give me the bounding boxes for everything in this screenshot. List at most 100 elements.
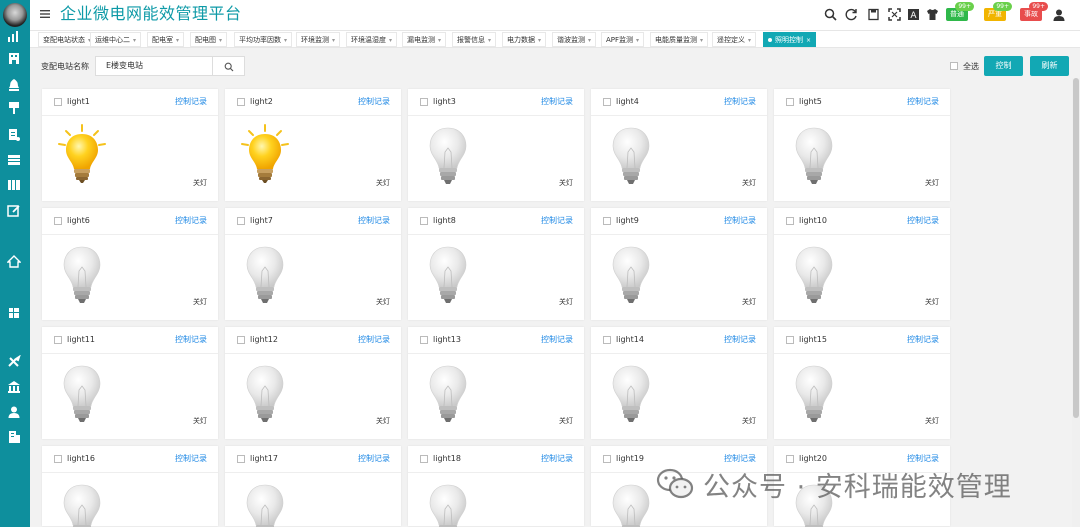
tab-15[interactable]: 照明控制 × [763, 32, 817, 47]
tab-4[interactable]: 配电图 ▾ [190, 32, 228, 47]
bulb-on-icon[interactable] [54, 122, 110, 188]
control-record-link[interactable]: 控制记录 [541, 335, 573, 345]
save-icon[interactable] [867, 8, 880, 21]
tab-7[interactable]: 环境温湿度 ▾ [346, 32, 398, 47]
control-button[interactable]: 控制 [984, 56, 1023, 76]
chevron-down-icon[interactable]: ▾ [488, 37, 491, 44]
control-record-link[interactable]: 控制记录 [724, 216, 756, 226]
control-record-link[interactable]: 控制记录 [175, 335, 207, 345]
font-icon[interactable]: A [907, 8, 920, 21]
control-record-link[interactable]: 控制记录 [724, 97, 756, 107]
bulb-off-icon[interactable] [420, 360, 476, 426]
tab-13[interactable]: 电能质量监测 ▾ [650, 32, 709, 47]
light-checkbox[interactable] [420, 98, 428, 106]
light-checkbox[interactable] [54, 336, 62, 344]
station-name-input[interactable]: E楼变电站 [95, 56, 213, 76]
search-icon[interactable] [824, 8, 837, 21]
hamburger-icon[interactable] [39, 8, 51, 20]
alarm-accident-badge[interactable]: 事故 99+ [1020, 2, 1048, 21]
layout-icon[interactable] [7, 306, 21, 320]
bulb-off-icon[interactable] [54, 241, 110, 307]
document-icon[interactable] [7, 128, 21, 142]
control-record-link[interactable]: 控制记录 [907, 454, 939, 464]
bulb-on-icon[interactable] [237, 122, 293, 188]
light-checkbox[interactable] [420, 336, 428, 344]
chevron-down-icon[interactable]: ▾ [219, 37, 222, 44]
light-checkbox[interactable] [237, 455, 245, 463]
tab-1[interactable]: 变配电站状态▾ [38, 32, 97, 47]
bulb-off-icon[interactable] [420, 241, 476, 307]
tab-6[interactable]: 环境监测 ▾ [296, 32, 341, 47]
light-checkbox[interactable] [237, 336, 245, 344]
control-record-link[interactable]: 控制记录 [907, 216, 939, 226]
tab-5[interactable]: 平均功率因数 ▾ [234, 32, 293, 47]
edit-icon[interactable] [7, 204, 21, 218]
alarm-serious-badge[interactable]: 严重 99+ [984, 2, 1012, 21]
alarm-icon[interactable] [7, 78, 21, 92]
bulb-off-icon[interactable] [786, 241, 842, 307]
close-icon[interactable]: × [806, 37, 811, 44]
tab-2[interactable]: 运维中心二 ▾ [90, 32, 142, 47]
control-record-link[interactable]: 控制记录 [907, 335, 939, 345]
chevron-down-icon[interactable]: ▾ [700, 37, 703, 44]
table-icon[interactable] [7, 153, 21, 167]
person-icon[interactable] [7, 405, 21, 419]
light-checkbox[interactable] [237, 217, 245, 225]
bulb-off-icon[interactable] [786, 360, 842, 426]
control-record-link[interactable]: 控制记录 [358, 335, 390, 345]
tab-8[interactable]: 漏电监测 ▾ [402, 32, 447, 47]
control-record-link[interactable]: 控制记录 [175, 216, 207, 226]
bulb-off-icon[interactable] [54, 360, 110, 426]
control-record-link[interactable]: 控制记录 [541, 97, 573, 107]
report-icon[interactable] [7, 430, 21, 444]
chevron-down-icon[interactable]: ▾ [636, 37, 639, 44]
bulb-off-icon[interactable] [603, 122, 659, 188]
tab-3[interactable]: 配电室 ▾ [147, 32, 185, 47]
tab-10[interactable]: 电力数据 ▾ [502, 32, 547, 47]
alarm-normal-badge[interactable]: 普通 99+ [946, 2, 974, 21]
bulb-off-icon[interactable] [603, 360, 659, 426]
chevron-down-icon[interactable]: ▾ [133, 37, 136, 44]
user-icon[interactable] [1052, 8, 1066, 22]
bulb-off-icon[interactable] [603, 241, 659, 307]
tab-9[interactable]: 报警信息 ▾ [452, 32, 497, 47]
fullscreen-icon[interactable] [888, 8, 901, 21]
light-checkbox[interactable] [786, 217, 794, 225]
chevron-down-icon[interactable]: ▾ [748, 37, 751, 44]
search-button[interactable] [213, 56, 245, 76]
bulb-off-icon[interactable] [54, 479, 110, 527]
light-checkbox[interactable] [420, 217, 428, 225]
chevron-down-icon[interactable]: ▾ [438, 37, 441, 44]
refresh-button[interactable]: 刷新 [1030, 56, 1069, 76]
tools-icon[interactable] [7, 355, 21, 369]
flag-icon[interactable] [7, 101, 21, 115]
chevron-down-icon[interactable]: ▾ [389, 37, 392, 44]
light-checkbox[interactable] [603, 217, 611, 225]
bulb-off-icon[interactable] [237, 479, 293, 527]
chevron-down-icon[interactable]: ▾ [588, 37, 591, 44]
control-record-link[interactable]: 控制记录 [724, 454, 756, 464]
building-icon[interactable] [7, 52, 21, 66]
control-record-link[interactable]: 控制记录 [358, 97, 390, 107]
light-checkbox[interactable] [54, 217, 62, 225]
chevron-down-icon[interactable]: ▾ [176, 37, 179, 44]
shirt-icon[interactable] [926, 8, 939, 21]
chevron-down-icon[interactable]: ▾ [284, 37, 287, 44]
control-record-link[interactable]: 控制记录 [358, 454, 390, 464]
control-record-link[interactable]: 控制记录 [541, 216, 573, 226]
light-checkbox[interactable] [786, 336, 794, 344]
bulb-off-icon[interactable] [420, 479, 476, 527]
tab-11[interactable]: 谐波监测 ▾ [552, 32, 597, 47]
control-record-link[interactable]: 控制记录 [175, 97, 207, 107]
home-icon[interactable] [7, 255, 21, 269]
bulb-off-icon[interactable] [603, 479, 659, 527]
chevron-down-icon[interactable]: ▾ [332, 37, 335, 44]
bulb-off-icon[interactable] [420, 122, 476, 188]
control-record-link[interactable]: 控制记录 [175, 454, 207, 464]
chart-icon[interactable] [7, 30, 21, 44]
bulb-off-icon[interactable] [237, 360, 293, 426]
select-all-checkbox[interactable] [950, 62, 958, 70]
light-checkbox[interactable] [603, 98, 611, 106]
light-checkbox[interactable] [786, 455, 794, 463]
light-checkbox[interactable] [420, 455, 428, 463]
